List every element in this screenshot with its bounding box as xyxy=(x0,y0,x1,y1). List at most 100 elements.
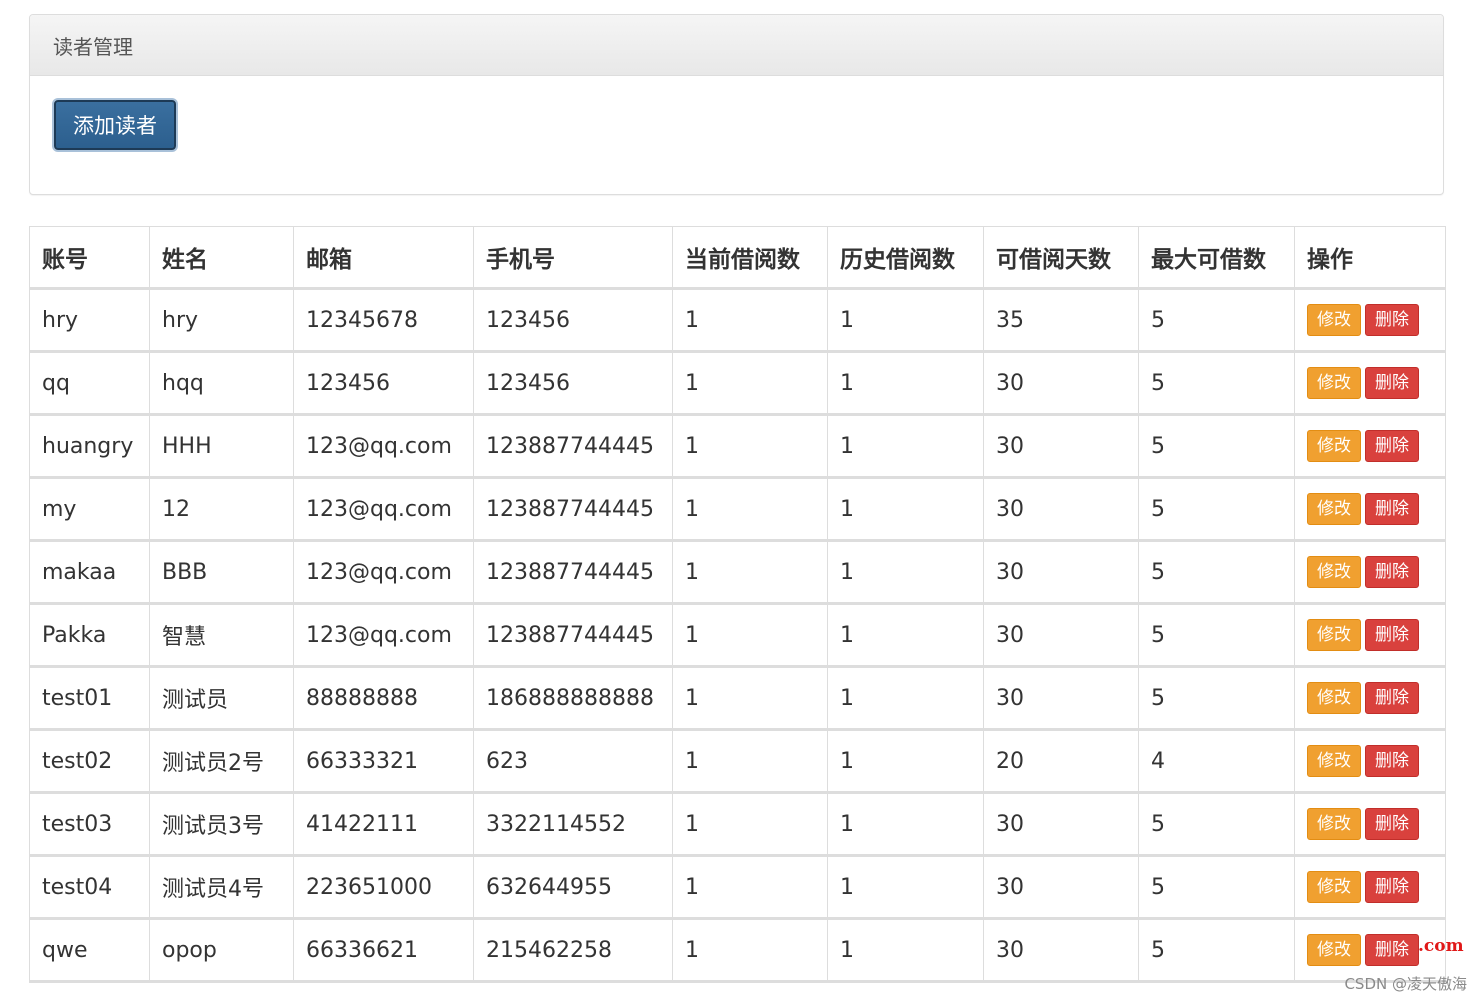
cell-name: 12 xyxy=(149,477,294,542)
table-row: test02 测试员2号 66333321 623 1 1 20 4 修改 删除 xyxy=(29,729,1446,794)
cell-account: test03 xyxy=(29,792,150,857)
table-row: huangry HHH 123@qq.com 123887744445 1 1 30 5 修改删… xyxy=(29,414,1446,479)
cell-phone: 123887744445 xyxy=(473,540,673,605)
cell-actions: 修改 删除 xyxy=(1294,855,1446,920)
cell-name: hqq xyxy=(149,351,294,416)
delete-button[interactable]: 删除 xyxy=(1365,745,1419,777)
cell-account: test02 xyxy=(29,729,150,794)
column-header-actions: 操作 xyxy=(1294,226,1446,290)
delete-button[interactable]: 删除 xyxy=(1365,871,1419,903)
cell-email: 123456 xyxy=(293,351,474,416)
cell-email: 123@qq.com xyxy=(293,477,474,542)
cell-history-borrow: 1 xyxy=(827,918,984,983)
delete-button[interactable]: 删除 xyxy=(1365,934,1419,966)
cell-phone: 123887744445 xyxy=(473,477,673,542)
delete-button[interactable]: 删除 xyxy=(1365,556,1419,588)
cell-actions: 修改 删除 xyxy=(1294,666,1446,731)
cell-account: qwe xyxy=(29,918,150,983)
cell-max-borrow: 5 xyxy=(1138,855,1295,920)
cell-phone: 623 xyxy=(473,729,673,794)
cell-history-borrow: 1 xyxy=(827,288,984,353)
cell-max-borrow: 4 xyxy=(1138,729,1295,794)
cell-history-borrow: 1 xyxy=(827,540,984,605)
cell-phone: 632644955 xyxy=(473,855,673,920)
cell-name: 智慧 xyxy=(149,603,294,668)
edit-button[interactable]: 修改 xyxy=(1307,367,1361,399)
reader-management-panel: 读者管理 添加读者 xyxy=(29,14,1444,195)
delete-button[interactable]: 删除 xyxy=(1365,619,1419,651)
cell-max-borrow: 5 xyxy=(1138,477,1295,542)
panel-title: 读者管理 xyxy=(53,34,133,59)
cell-phone: 123887744445 xyxy=(473,603,673,668)
add-reader-button[interactable]: 添加读者 xyxy=(54,100,176,150)
edit-button[interactable]: 修改 xyxy=(1307,304,1361,336)
edit-button[interactable]: 修改 xyxy=(1307,682,1361,714)
panel-heading: 读者管理 xyxy=(30,15,1443,76)
cell-actions: 修改 删除 xyxy=(1294,288,1446,353)
column-header-email: 邮箱 xyxy=(293,226,474,290)
cell-history-borrow: 1 xyxy=(827,855,984,920)
cell-current-borrow: 1 xyxy=(672,351,828,416)
cell-max-borrow: 5 xyxy=(1138,792,1295,857)
cell-name: HHH xyxy=(149,414,294,479)
column-header-account: 账号 xyxy=(29,226,150,290)
delete-button[interactable]: 删除 xyxy=(1365,808,1419,840)
edit-button[interactable]: 修改 xyxy=(1307,430,1361,462)
column-header-phone: 手机号 xyxy=(473,226,673,290)
cell-name: BBB xyxy=(149,540,294,605)
edit-button[interactable]: 修改 xyxy=(1307,493,1361,525)
edit-button[interactable]: 修改 xyxy=(1307,808,1361,840)
delete-button[interactable]: 删除 xyxy=(1365,682,1419,714)
cell-phone: 123456 xyxy=(473,351,673,416)
cell-actions: 修改 删除 xyxy=(1294,351,1446,416)
cell-current-borrow: 1 xyxy=(672,792,828,857)
table-row: qq hqq 123456 123456 1 1 30 5 修改 删除 xyxy=(29,351,1446,416)
cell-current-borrow: 1 xyxy=(672,477,828,542)
delete-button[interactable]: 删除 xyxy=(1365,304,1419,336)
cell-current-borrow: 1 xyxy=(672,603,828,668)
cell-name: 测试员4号 xyxy=(149,855,294,920)
cell-name: opop xyxy=(149,918,294,983)
delete-button[interactable]: 删除 xyxy=(1365,493,1419,525)
cell-max-borrow: 5 xyxy=(1138,351,1295,416)
table-row: test01 测试员 88888888 186888888888 1 1 30 5 修改 删除 xyxy=(29,666,1446,731)
edit-button[interactable]: 修改 xyxy=(1307,556,1361,588)
cell-name: 测试员 xyxy=(149,666,294,731)
cell-email: 123@qq.com xyxy=(293,540,474,605)
edit-button[interactable]: 修改 xyxy=(1307,619,1361,651)
edit-button[interactable]: 修改 xyxy=(1307,934,1361,966)
cell-max-borrow: 5 xyxy=(1138,918,1295,983)
cell-name: 测试员3号 xyxy=(149,792,294,857)
cell-history-borrow: 1 xyxy=(827,351,984,416)
cell-history-borrow: 1 xyxy=(827,603,984,668)
table-row: test04 测试员4号 223651000 632644955 1 1 30 5 修改 删除 xyxy=(29,855,1446,920)
cell-account: my xyxy=(29,477,150,542)
cell-name: hry xyxy=(149,288,294,353)
column-header-history-borrow: 历史借阅数 xyxy=(827,226,984,290)
cell-borrow-days: 30 xyxy=(983,477,1139,542)
cell-current-borrow: 1 xyxy=(672,414,828,479)
cell-phone: 123887744445 xyxy=(473,414,673,479)
cell-current-borrow: 1 xyxy=(672,729,828,794)
cell-actions: 修改 删除 xyxy=(1294,729,1446,794)
column-header-current-borrow: 当前借阅数 xyxy=(672,226,828,290)
cell-max-borrow: 5 xyxy=(1138,414,1295,479)
cell-current-borrow: 1 xyxy=(672,855,828,920)
cell-account: makaa xyxy=(29,540,150,605)
edit-button[interactable]: 修改 xyxy=(1307,745,1361,777)
cell-email: 88888888 xyxy=(293,666,474,731)
cell-email: 12345678 xyxy=(293,288,474,353)
cell-account: huangry xyxy=(29,414,150,479)
cell-actions: 修改 删除 xyxy=(1294,603,1446,668)
delete-button[interactable]: 删除 xyxy=(1365,430,1419,462)
table-body: hry hry 12345678 123456 1 1 35 5 修改 删除 qq hqq 123456… xyxy=(29,288,1446,983)
cell-max-borrow: 5 xyxy=(1138,666,1295,731)
cell-history-borrow: 1 xyxy=(827,414,984,479)
table-row: Pakka 智慧 123@qq.com 123887744445 1 1 30 5 修改 删除 xyxy=(29,603,1446,668)
edit-button[interactable]: 修改 xyxy=(1307,871,1361,903)
cell-email: 223651000 xyxy=(293,855,474,920)
cell-account: Pakka xyxy=(29,603,150,668)
delete-button[interactable]: 删除 xyxy=(1365,367,1419,399)
table-row: qwe opop 66336621 215462258 1 1 30 5 修改 删除 xyxy=(29,918,1446,983)
cell-max-borrow: 5 xyxy=(1138,288,1295,353)
